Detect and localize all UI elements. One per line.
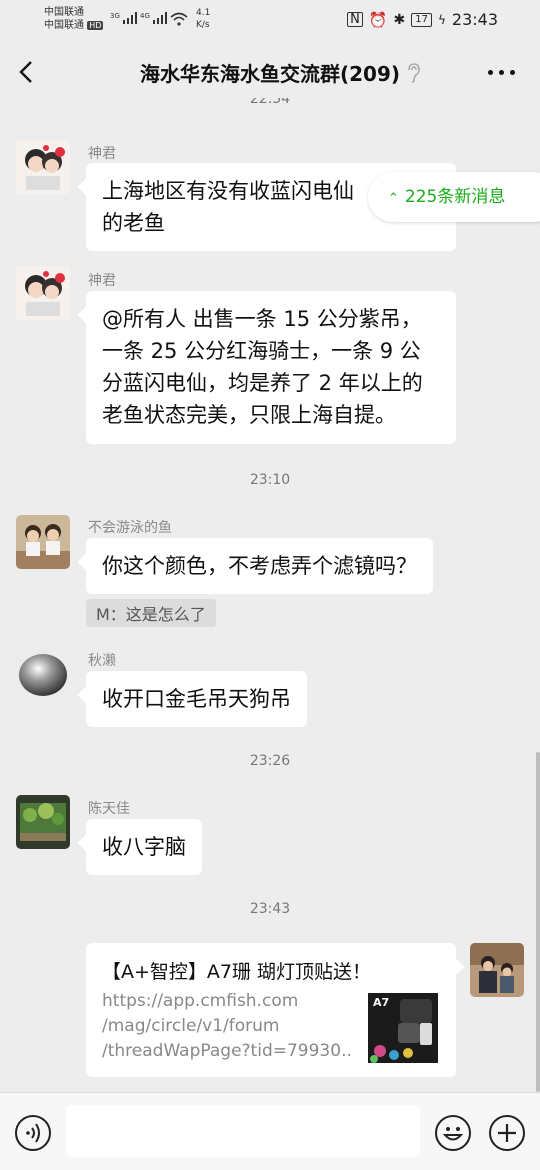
message-bubble[interactable]: 收八字脑 xyxy=(86,819,202,875)
signal-bars-icon xyxy=(152,12,167,24)
url-line: https://app.cmfish.com xyxy=(102,991,299,1011)
smiley-face-icon xyxy=(442,1127,464,1141)
url-line: /mag/circle/v1/forum xyxy=(102,1016,280,1036)
input-bar xyxy=(0,1092,540,1170)
thumbnail-label: A7 xyxy=(373,996,390,1009)
carrier-2: 中国联通 xyxy=(44,20,84,31)
bluetooth-icon: ✱ xyxy=(393,11,406,28)
new-messages-label: 225条新消息 xyxy=(404,187,506,207)
timestamp: 23:43 xyxy=(249,901,291,917)
avatar[interactable] xyxy=(16,515,70,569)
chat-header: 海水华东海水鱼交流群(209) xyxy=(0,42,540,104)
message-bubble[interactable]: 收开口金毛吊天狗吊 xyxy=(86,671,307,727)
link-card-url: https://app.cmfish.com /mag/circle/v1/fo… xyxy=(102,989,352,1064)
signal-3g-label: 3G xyxy=(110,12,120,20)
new-messages-button[interactable]: ⌃ 225条新消息 xyxy=(368,172,540,222)
voice-icon[interactable] xyxy=(15,1115,51,1151)
message-line: 你这个颜色，不考虑弄个滤镜吗？ xyxy=(102,554,417,578)
url-line: /threadWapPage?tid=79930... xyxy=(102,1041,352,1061)
link-card-thumbnail: A7 xyxy=(368,993,438,1063)
emoji-icon[interactable] xyxy=(435,1115,471,1151)
metal-sphere-icon xyxy=(16,647,70,701)
more-options-icon[interactable] xyxy=(488,70,516,78)
link-card-title: 【A+智控】A7珊 瑚灯顶贴送！ xyxy=(102,961,372,983)
kids-photo-icon xyxy=(16,515,70,569)
status-bar: 中国联通 中国联通 HD 3G 4G 4.1 K/s N ⏰ ✱ 17 ϟ 23… xyxy=(0,0,540,42)
plus-sign-icon xyxy=(498,1124,516,1142)
message-line: 收八字脑 xyxy=(102,835,186,859)
timestamp: 23:10 xyxy=(249,472,291,488)
message-line: 分蓝闪电仙，均是养了 2 年以上的 xyxy=(102,371,423,395)
family-photo-icon xyxy=(470,943,524,997)
plus-icon[interactable] xyxy=(489,1115,525,1151)
nfc-icon: N xyxy=(347,12,363,27)
link-card[interactable]: 【A+智控】A7珊 瑚灯顶贴送！ https://app.cmfish.com … xyxy=(86,943,456,1077)
signal-bars-icon xyxy=(122,12,137,24)
net-speed: 4.1 K/s xyxy=(196,7,210,31)
earpiece-mode-icon xyxy=(408,63,420,83)
message-bubble[interactable]: @所有人 出售一条 15 公分紫吊， 一条 25 公分红海骑士，一条 9 公 分… xyxy=(86,291,456,444)
status-right: N ⏰ ✱ 17 ϟ 23:43 xyxy=(347,10,498,29)
net-speed-unit: K/s xyxy=(196,20,210,30)
avatar[interactable] xyxy=(16,795,70,849)
avatar[interactable] xyxy=(16,647,70,701)
carrier-1: 中国联通 xyxy=(44,7,84,18)
message-line: @所有人 出售一条 15 公分紫吊， xyxy=(102,307,422,331)
carrier-info: 中国联通 中国联通 HD xyxy=(44,6,104,32)
signal-4g-icon: 4G xyxy=(140,12,167,27)
timestamp: 22:54 xyxy=(249,98,291,107)
back-arrow-icon[interactable] xyxy=(14,58,42,86)
double-chevron-up-icon: ⌃ xyxy=(388,191,399,206)
charging-icon: ϟ xyxy=(437,12,446,27)
voice-wave-icon xyxy=(26,1123,40,1143)
sender-name: 秋濑 xyxy=(88,653,116,669)
avatar[interactable] xyxy=(16,266,70,320)
carrier-2-row: 中国联通 HD xyxy=(44,19,104,32)
clock-time: 23:43 xyxy=(451,10,498,29)
alarm-icon: ⏰ xyxy=(368,10,388,29)
battery-icon: 17 xyxy=(411,12,432,27)
message-line: 一条 25 公分红海骑士，一条 9 公 xyxy=(102,339,421,363)
quoted-reply[interactable]: M：这是怎么了 xyxy=(86,599,216,627)
cartoon-couple-icon xyxy=(16,266,70,320)
message-line: 老鱼状态完美，只限上海自提。 xyxy=(102,403,396,427)
sender-name: 神君 xyxy=(88,146,116,162)
wifi-icon xyxy=(170,12,188,26)
sender-name: 陈天佳 xyxy=(88,801,130,817)
net-speed-value: 4.1 xyxy=(196,8,211,18)
sender-name: 不会游泳的鱼 xyxy=(88,520,172,536)
avatar[interactable] xyxy=(16,140,70,194)
my-avatar[interactable] xyxy=(470,943,524,997)
timestamp: 23:26 xyxy=(249,753,291,769)
message-input[interactable] xyxy=(66,1105,420,1157)
aquarium-photo-icon xyxy=(16,795,70,849)
sender-name: 神君 xyxy=(88,273,116,289)
message-bubble[interactable]: 你这个颜色，不考虑弄个滤镜吗？ xyxy=(86,538,433,594)
message-line: 收开口金毛吊天狗吊 xyxy=(102,687,291,711)
signal-3g-icon: 3G xyxy=(110,12,137,27)
cartoon-couple-icon xyxy=(16,140,70,194)
scrollbar[interactable] xyxy=(536,752,540,1092)
hd-badge: HD xyxy=(87,21,104,30)
signal-4g-label: 4G xyxy=(140,12,150,20)
